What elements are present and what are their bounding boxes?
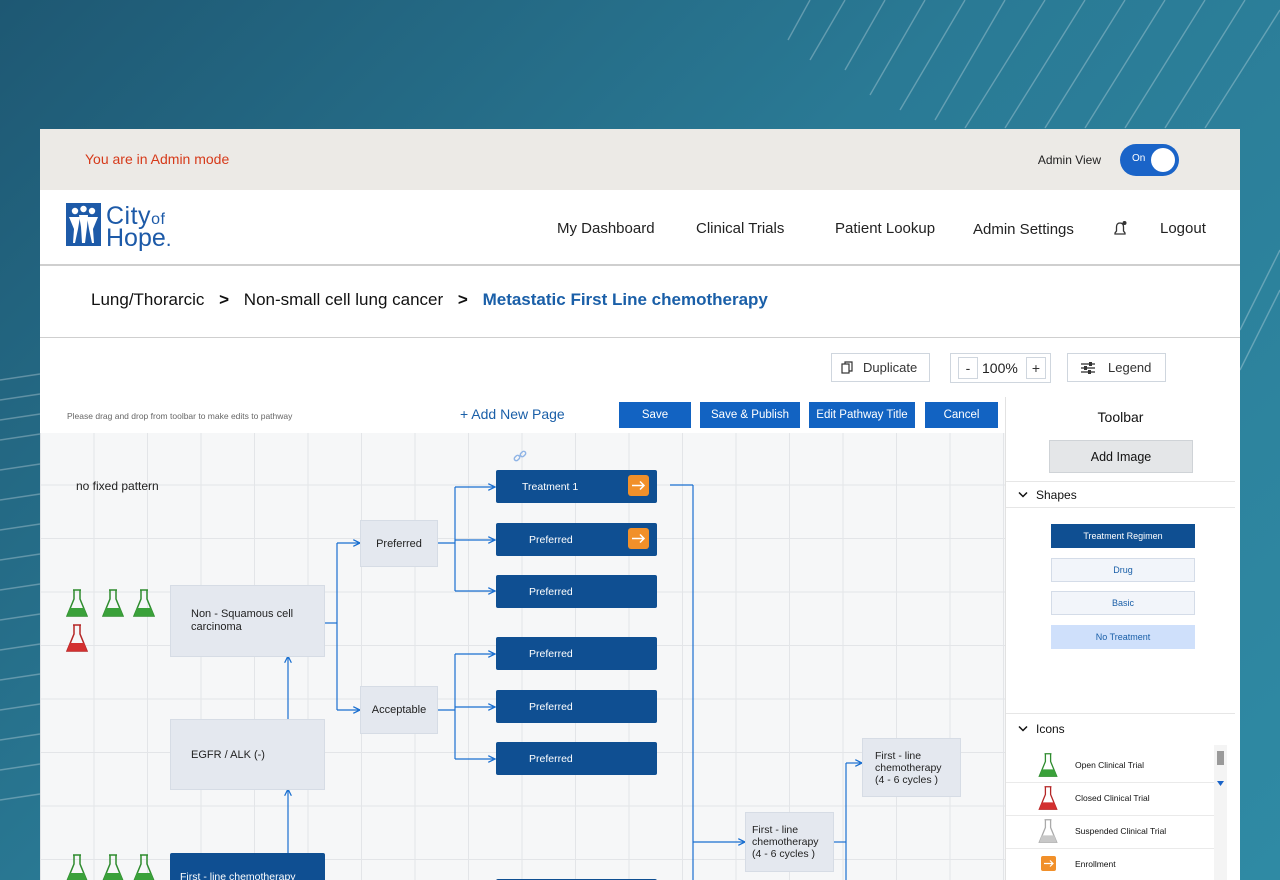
pathway-canvas[interactable]: no fixed pattern Non - Squamous cell car… <box>40 433 1005 880</box>
toggle-state-label: On <box>1132 153 1146 164</box>
navbar: Cityof Hope. My Dashboard Clinical Trial… <box>40 190 1240 266</box>
panel-divider <box>1006 481 1235 482</box>
legend-button[interactable]: Legend <box>1067 353 1166 382</box>
legend-row-enrollment[interactable]: Enrollment <box>1006 848 1214 880</box>
breadcrumb-current: Metastatic First Line chemotherapy <box>482 290 768 309</box>
duplicate-icon <box>841 360 853 374</box>
enrollment-arrow-icon[interactable] <box>628 528 649 549</box>
panel-divider <box>1006 507 1235 508</box>
open-clinical-trial-icon <box>1038 753 1058 777</box>
nav-my-dashboard[interactable]: My Dashboard <box>557 220 655 237</box>
node-treatment-1-label: Treatment 1 <box>522 480 579 493</box>
admin-mode-message: You are in Admin mode <box>85 151 230 167</box>
icons-title: Icons <box>1036 722 1065 736</box>
node-preferred-label: Preferred <box>529 533 573 546</box>
node-first-line-chemo[interactable]: First - line chemotherapy <box>170 853 325 880</box>
shape-treatment-regimen[interactable]: Treatment Regimen <box>1051 524 1195 548</box>
duplicate-button[interactable]: Duplicate <box>831 353 930 382</box>
closed-clinical-trial-icon[interactable] <box>66 623 88 653</box>
toolbar-panel: Toolbar Add Image Shapes Treatment Regim… <box>1005 397 1240 880</box>
app-window: You are in Admin mode Admin View On City… <box>40 129 1240 880</box>
node-preferred[interactable]: Preferred <box>496 637 657 670</box>
save-publish-button[interactable]: Save & Publish <box>700 402 800 428</box>
node-preferred[interactable]: Preferred <box>496 523 657 556</box>
shape-basic[interactable]: Basic <box>1051 591 1195 615</box>
add-image-button[interactable]: Add Image <box>1049 440 1193 473</box>
breadcrumb: Lung/Thorarcic > Non-small cell lung can… <box>91 290 768 310</box>
suspended-clinical-trial-icon <box>1038 819 1058 843</box>
node-acceptable-group[interactable]: Acceptable <box>360 686 438 734</box>
zoom-control: - 100% + <box>950 353 1051 383</box>
add-new-page-button[interactable]: + Add New Page <box>460 406 565 422</box>
closed-clinical-trial-icon <box>1038 786 1058 810</box>
chevron-down-icon <box>1018 491 1028 498</box>
legend-row-open-trial[interactable]: Open Clinical Trial <box>1006 749 1214 783</box>
node-preferred[interactable]: Preferred <box>496 690 657 723</box>
chevron-down-icon <box>1018 725 1028 732</box>
closed-trial-label: Closed Clinical Trial <box>1075 793 1150 803</box>
scrollbar-thumb[interactable] <box>1217 751 1224 765</box>
suspended-trial-label: Suspended Clinical Trial <box>1075 826 1167 836</box>
logo-hope-text: Hope. <box>106 224 172 252</box>
open-clinical-trial-icon[interactable] <box>133 588 155 618</box>
pattern-label: no fixed pattern <box>76 479 159 493</box>
notification-bell-icon[interactable] <box>1112 220 1128 238</box>
node-first-line-chemo-cycles[interactable]: First - line chemotherapy (4 - 6 cycles … <box>862 738 961 797</box>
nav-clinical-trials[interactable]: Clinical Trials <box>696 220 784 237</box>
admin-view-label: Admin View <box>1037 153 1101 167</box>
open-clinical-trial-icon[interactable] <box>133 853 155 880</box>
icons-section-toggle[interactable]: Icons <box>1018 722 1065 736</box>
enrollment-label: Enrollment <box>1075 859 1116 869</box>
legend-row-suspended-trial[interactable]: Suspended Clinical Trial <box>1006 815 1214 849</box>
enrollment-arrow-icon[interactable] <box>628 475 649 496</box>
admin-view-toggle[interactable]: On <box>1120 144 1179 176</box>
logo-figures-icon <box>66 203 101 246</box>
toolbar-title: Toolbar <box>1097 409 1144 425</box>
open-trial-label: Open Clinical Trial <box>1075 760 1144 770</box>
node-preferred[interactable]: Preferred <box>496 742 657 775</box>
editor-toolbar: Please drag and drop from toolbar to mak… <box>40 397 1005 433</box>
shape-no-treatment[interactable]: No Treatment <box>1051 625 1195 649</box>
breadcrumb-item-nsclc[interactable]: Non-small cell lung cancer <box>244 290 443 309</box>
link-icon[interactable] <box>513 449 527 463</box>
toggle-knob <box>1151 148 1175 172</box>
save-button[interactable]: Save <box>619 402 691 428</box>
shapes-title: Shapes <box>1036 488 1077 502</box>
chevron-right-icon: > <box>219 290 230 309</box>
panel-divider <box>1006 713 1235 714</box>
duplicate-label: Duplicate <box>863 360 918 375</box>
editor-hint: Please drag and drop from toolbar to mak… <box>67 411 293 421</box>
nav-admin-settings[interactable]: Admin Settings <box>973 221 1074 238</box>
cancel-button[interactable]: Cancel <box>925 402 998 428</box>
node-preferred[interactable]: Preferred <box>496 575 657 608</box>
section-divider <box>40 337 1240 338</box>
sliders-icon <box>1081 361 1095 374</box>
nav-logout[interactable]: Logout <box>1160 220 1206 237</box>
open-clinical-trial-icon[interactable] <box>66 588 88 618</box>
breadcrumb-item-lung[interactable]: Lung/Thorarcic <box>91 290 204 309</box>
open-clinical-trial-icon[interactable] <box>66 853 88 880</box>
node-preferred-group[interactable]: Preferred <box>360 520 438 567</box>
enrollment-arrow-icon <box>1041 856 1056 871</box>
legend-row-closed-trial[interactable]: Closed Clinical Trial <box>1006 782 1214 816</box>
icons-scrollbar[interactable] <box>1214 745 1227 880</box>
open-clinical-trial-icon[interactable] <box>102 853 124 880</box>
shape-drug[interactable]: Drug <box>1051 558 1195 582</box>
nav-patient-lookup[interactable]: Patient Lookup <box>835 220 935 237</box>
node-egfr-alk[interactable]: EGFR / ALK (-) <box>170 719 325 790</box>
shapes-section-toggle[interactable]: Shapes <box>1018 488 1077 502</box>
node-first-line-chemo-cycles[interactable]: First - line chemotherapy (4 - 6 cycles … <box>745 812 834 872</box>
zoom-level: 100% <box>982 360 1018 376</box>
edit-pathway-title-button[interactable]: Edit Pathway Title <box>809 402 915 428</box>
scroll-down-arrow-icon[interactable] <box>1217 781 1224 786</box>
open-clinical-trial-icon[interactable] <box>102 588 124 618</box>
zoom-out-button[interactable]: - <box>958 357 978 379</box>
legend-label: Legend <box>1108 360 1152 375</box>
chevron-right-icon: > <box>457 290 468 309</box>
admin-bar: You are in Admin mode Admin View On <box>40 129 1240 190</box>
zoom-in-button[interactable]: + <box>1026 357 1046 379</box>
node-treatment-1[interactable]: Treatment 1 <box>496 470 657 503</box>
node-non-squamous[interactable]: Non - Squamous cell carcinoma <box>170 585 325 657</box>
